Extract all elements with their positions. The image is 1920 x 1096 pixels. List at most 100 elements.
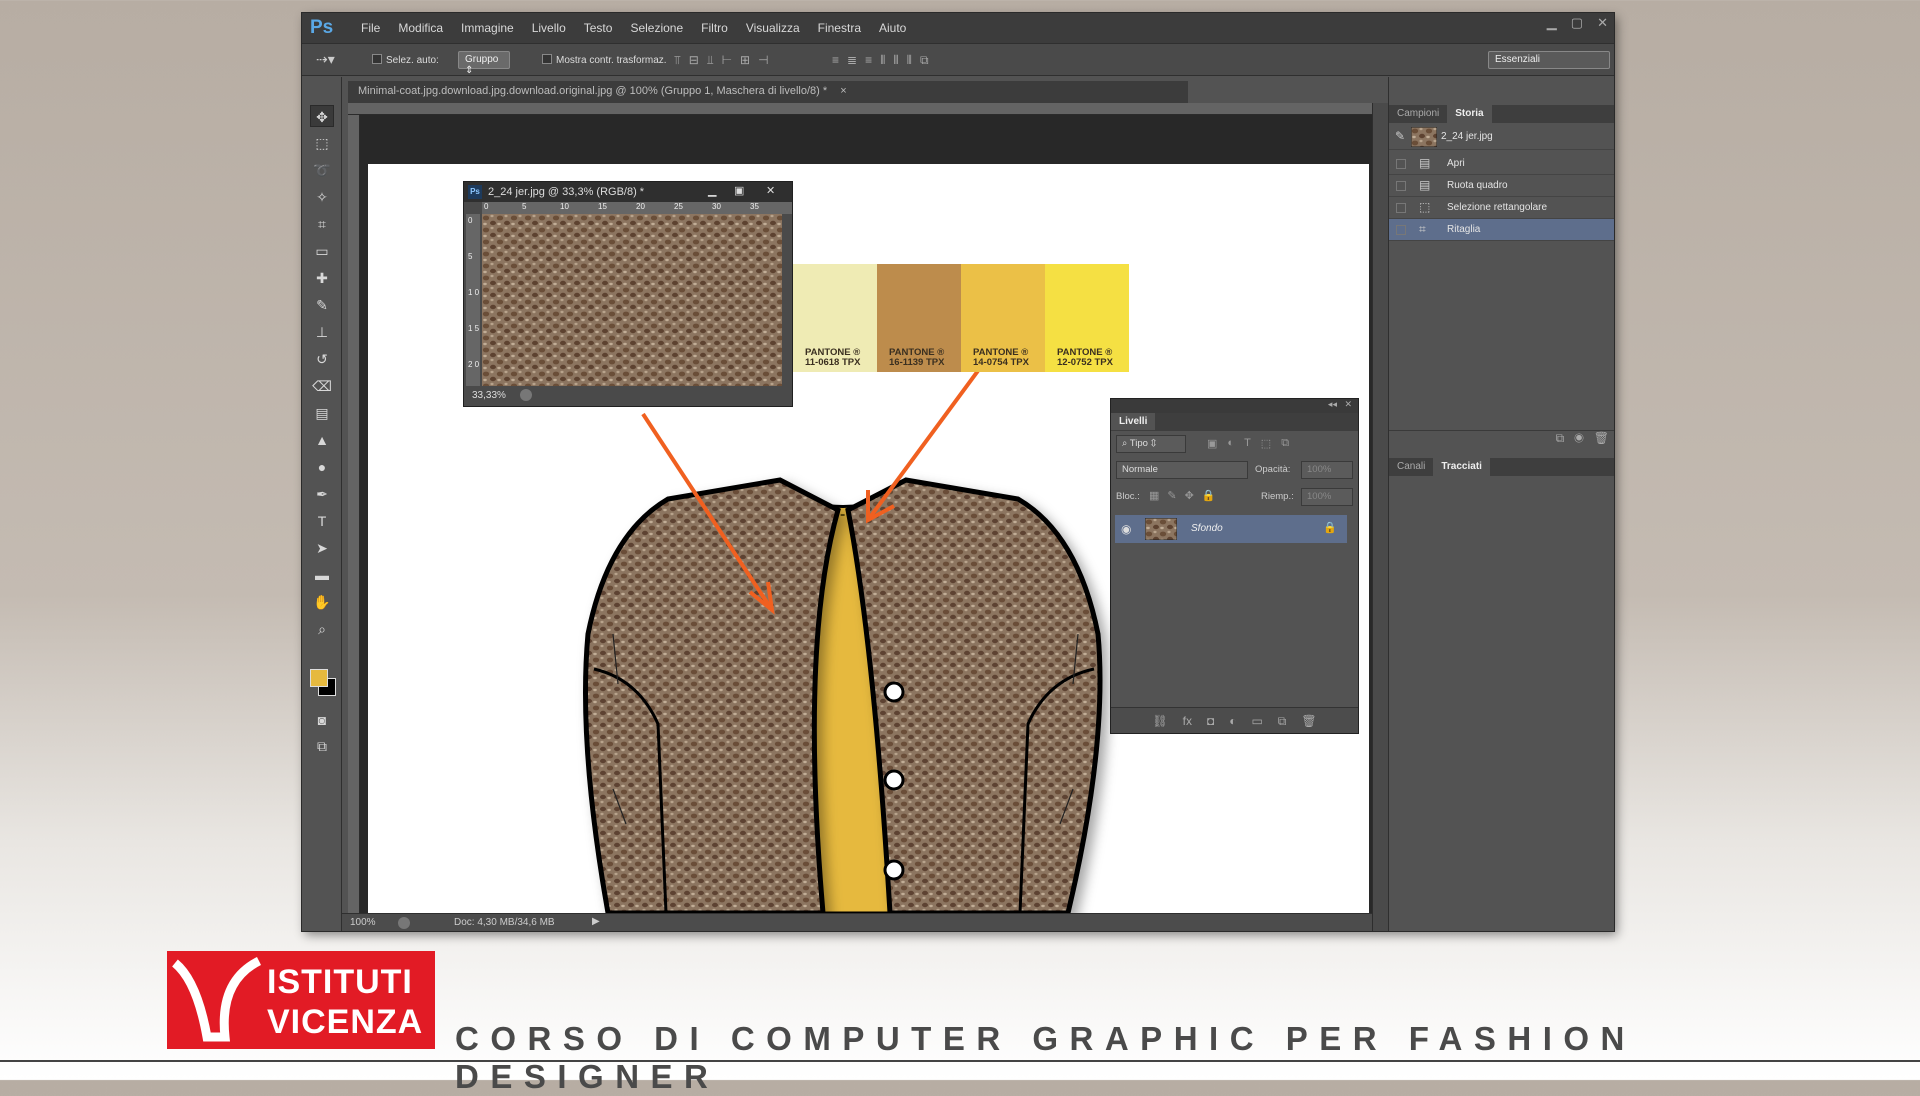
menu-selezione[interactable]: Selezione: [621, 21, 692, 35]
history-step-selezione[interactable]: ⬚ Selezione rettangolare: [1389, 197, 1614, 219]
menu-visualizza[interactable]: Visualizza: [737, 21, 809, 35]
menu-livello[interactable]: Livello: [523, 21, 575, 35]
dodge-tool-icon[interactable]: ●: [310, 456, 334, 478]
tab-tracciati[interactable]: Tracciati: [1433, 458, 1490, 476]
workspace-dropdown[interactable]: Essenziali: [1488, 51, 1610, 69]
filter-adjust-icon[interactable]: ◐: [1227, 437, 1234, 450]
lock-position-icon[interactable]: ✥: [1185, 489, 1194, 502]
menu-modifica[interactable]: Modifica: [389, 21, 452, 35]
menu-filtro[interactable]: Filtro: [692, 21, 737, 35]
pen-tool-icon[interactable]: ✒: [310, 483, 334, 505]
align-vcenter-icon[interactable]: ⊟: [689, 53, 699, 68]
type-tool-icon[interactable]: T: [310, 510, 334, 532]
fill-field[interactable]: 100%: [1301, 488, 1353, 506]
history-checkbox[interactable]: [1396, 159, 1406, 169]
opacity-field[interactable]: 100%: [1301, 461, 1353, 479]
status-info-icon[interactable]: [398, 917, 410, 929]
menu-aiuto[interactable]: Aiuto: [870, 21, 915, 35]
distribute-left-icon[interactable]: ⦀: [880, 53, 885, 68]
tab-close-icon[interactable]: ×: [840, 85, 846, 97]
floating-document-window[interactable]: Ps 2_24 jer.jpg @ 33,3% (RGB/8) * ▁ ▣ ✕ …: [463, 181, 793, 407]
gradient-tool-icon[interactable]: ▤: [310, 402, 334, 424]
zoom-tool-icon[interactable]: ⌕: [310, 618, 334, 640]
align-right-icon[interactable]: ⊣: [758, 53, 768, 68]
history-step-ritaglia[interactable]: ⌗ Ritaglia: [1389, 219, 1614, 241]
menu-immagine[interactable]: Immagine: [452, 21, 523, 35]
document-tab[interactable]: Minimal-coat.jpg.download.jpg.download.o…: [348, 81, 1188, 103]
history-brush-icon[interactable]: ✎: [1395, 130, 1408, 143]
delete-layer-icon[interactable]: 🗑: [1301, 714, 1316, 733]
crop-tool-icon[interactable]: ⌗: [310, 213, 334, 235]
status-info-icon[interactable]: [520, 389, 532, 401]
screen-mode-icon[interactable]: ⧉: [310, 735, 334, 757]
layer-filter-dropdown[interactable]: ⌕ Tipo ⇕: [1116, 435, 1186, 453]
vertical-scrollbar[interactable]: [1372, 103, 1388, 931]
magic-wand-tool-icon[interactable]: ✧: [310, 186, 334, 208]
menu-finestra[interactable]: Finestra: [809, 21, 870, 35]
stamp-tool-icon[interactable]: ⊥: [310, 321, 334, 343]
distribute-top-icon[interactable]: ≡: [832, 53, 839, 68]
healing-brush-tool-icon[interactable]: ✚: [310, 267, 334, 289]
floating-ruler-horizontal[interactable]: 0 5 10 15 20 25 30 35: [482, 202, 792, 214]
lock-transparency-icon[interactable]: ▦: [1149, 489, 1159, 502]
fx-icon[interactable]: fx: [1183, 714, 1192, 733]
align-hcenter-icon[interactable]: ⊞: [740, 53, 750, 68]
auto-select-dropdown[interactable]: Gruppo ⇕: [458, 51, 510, 76]
close-icon[interactable]: ✕: [766, 184, 775, 197]
distribute-vcenter-icon[interactable]: ≣: [847, 53, 857, 68]
auto-select-checkbox[interactable]: Selez. auto:: [372, 54, 439, 66]
shape-tool-icon[interactable]: ▬: [310, 564, 334, 586]
new-layer-icon[interactable]: ⧉: [1278, 714, 1287, 733]
filter-shape-icon[interactable]: ⬚: [1261, 437, 1271, 450]
adjustment-layer-icon[interactable]: ◐: [1229, 714, 1236, 733]
tab-campioni[interactable]: Campioni: [1389, 105, 1447, 123]
history-checkbox[interactable]: [1396, 181, 1406, 191]
zoom-level[interactable]: 100%: [350, 917, 376, 928]
ruler-vertical[interactable]: [348, 115, 360, 913]
tab-storia[interactable]: Storia: [1447, 105, 1492, 123]
new-document-icon[interactable]: ⧉: [1556, 431, 1565, 445]
distribute-bottom-icon[interactable]: ≡: [865, 53, 872, 68]
move-tool-icon[interactable]: ✥: [310, 105, 334, 127]
knit-texture-image[interactable]: [482, 214, 782, 386]
maximize-icon[interactable]: ▣: [734, 184, 744, 197]
eraser-tool-icon[interactable]: ⌫: [310, 375, 334, 397]
floating-doc-zoom[interactable]: 33,33%: [472, 390, 506, 401]
brush-tool-icon[interactable]: ✎: [310, 294, 334, 316]
new-group-icon[interactable]: ▭: [1251, 714, 1262, 733]
history-brush-tool-icon[interactable]: ↺: [310, 348, 334, 370]
marquee-tool-icon[interactable]: ⬚: [310, 132, 334, 154]
maximize-icon[interactable]: ▢: [1571, 15, 1583, 31]
visibility-eye-icon[interactable]: ◉: [1121, 522, 1131, 536]
history-step-ruota-quadro[interactable]: ▤ Ruota quadro: [1389, 175, 1614, 197]
camera-icon[interactable]: ◉: [1574, 431, 1584, 445]
history-snapshot[interactable]: ✎ 2_24 jer.jpg: [1389, 124, 1614, 150]
align-left-icon[interactable]: ⊢: [722, 53, 732, 68]
close-icon[interactable]: ✕: [1597, 15, 1608, 31]
distribute-hcenter-icon[interactable]: ⦀: [893, 53, 898, 68]
floating-doc-titlebar[interactable]: Ps 2_24 jer.jpg @ 33,3% (RGB/8) * ▁ ▣ ✕: [464, 182, 792, 202]
history-checkbox[interactable]: [1396, 225, 1406, 235]
move-tool-preset-icon[interactable]: ⇢▾: [316, 51, 335, 68]
distribute-right-icon[interactable]: ⦀: [907, 53, 912, 68]
status-menu-arrow-icon[interactable]: ▶: [592, 916, 600, 927]
lock-all-icon[interactable]: 🔒: [1202, 489, 1216, 502]
filter-type-icon[interactable]: T: [1244, 437, 1251, 450]
menu-testo[interactable]: Testo: [575, 21, 622, 35]
layers-panel-titlebar[interactable]: ◂◂ ✕: [1111, 399, 1358, 413]
add-mask-icon[interactable]: ◘: [1207, 714, 1214, 733]
quick-mask-icon[interactable]: ◙: [310, 709, 334, 731]
layer-row-sfondo[interactable]: ◉ Sfondo 🔒: [1115, 515, 1347, 543]
ruler-horizontal[interactable]: [348, 103, 1372, 115]
minimize-icon[interactable]: ▁: [708, 184, 716, 197]
ruler-tool-icon[interactable]: ▭: [310, 240, 334, 262]
hand-tool-icon[interactable]: ✋: [310, 591, 334, 613]
history-step-apri[interactable]: ▤ Apri: [1389, 153, 1614, 175]
blur-tool-icon[interactable]: ▲: [310, 429, 334, 451]
menu-file[interactable]: File: [352, 21, 389, 35]
align-top-icon[interactable]: ⫪: [674, 53, 681, 68]
align-bottom-icon[interactable]: ⫫: [707, 53, 714, 68]
trash-icon[interactable]: 🗑: [1594, 431, 1609, 445]
auto-align-icon[interactable]: ⧉: [920, 53, 929, 68]
minimize-icon[interactable]: ▁: [1547, 15, 1557, 31]
